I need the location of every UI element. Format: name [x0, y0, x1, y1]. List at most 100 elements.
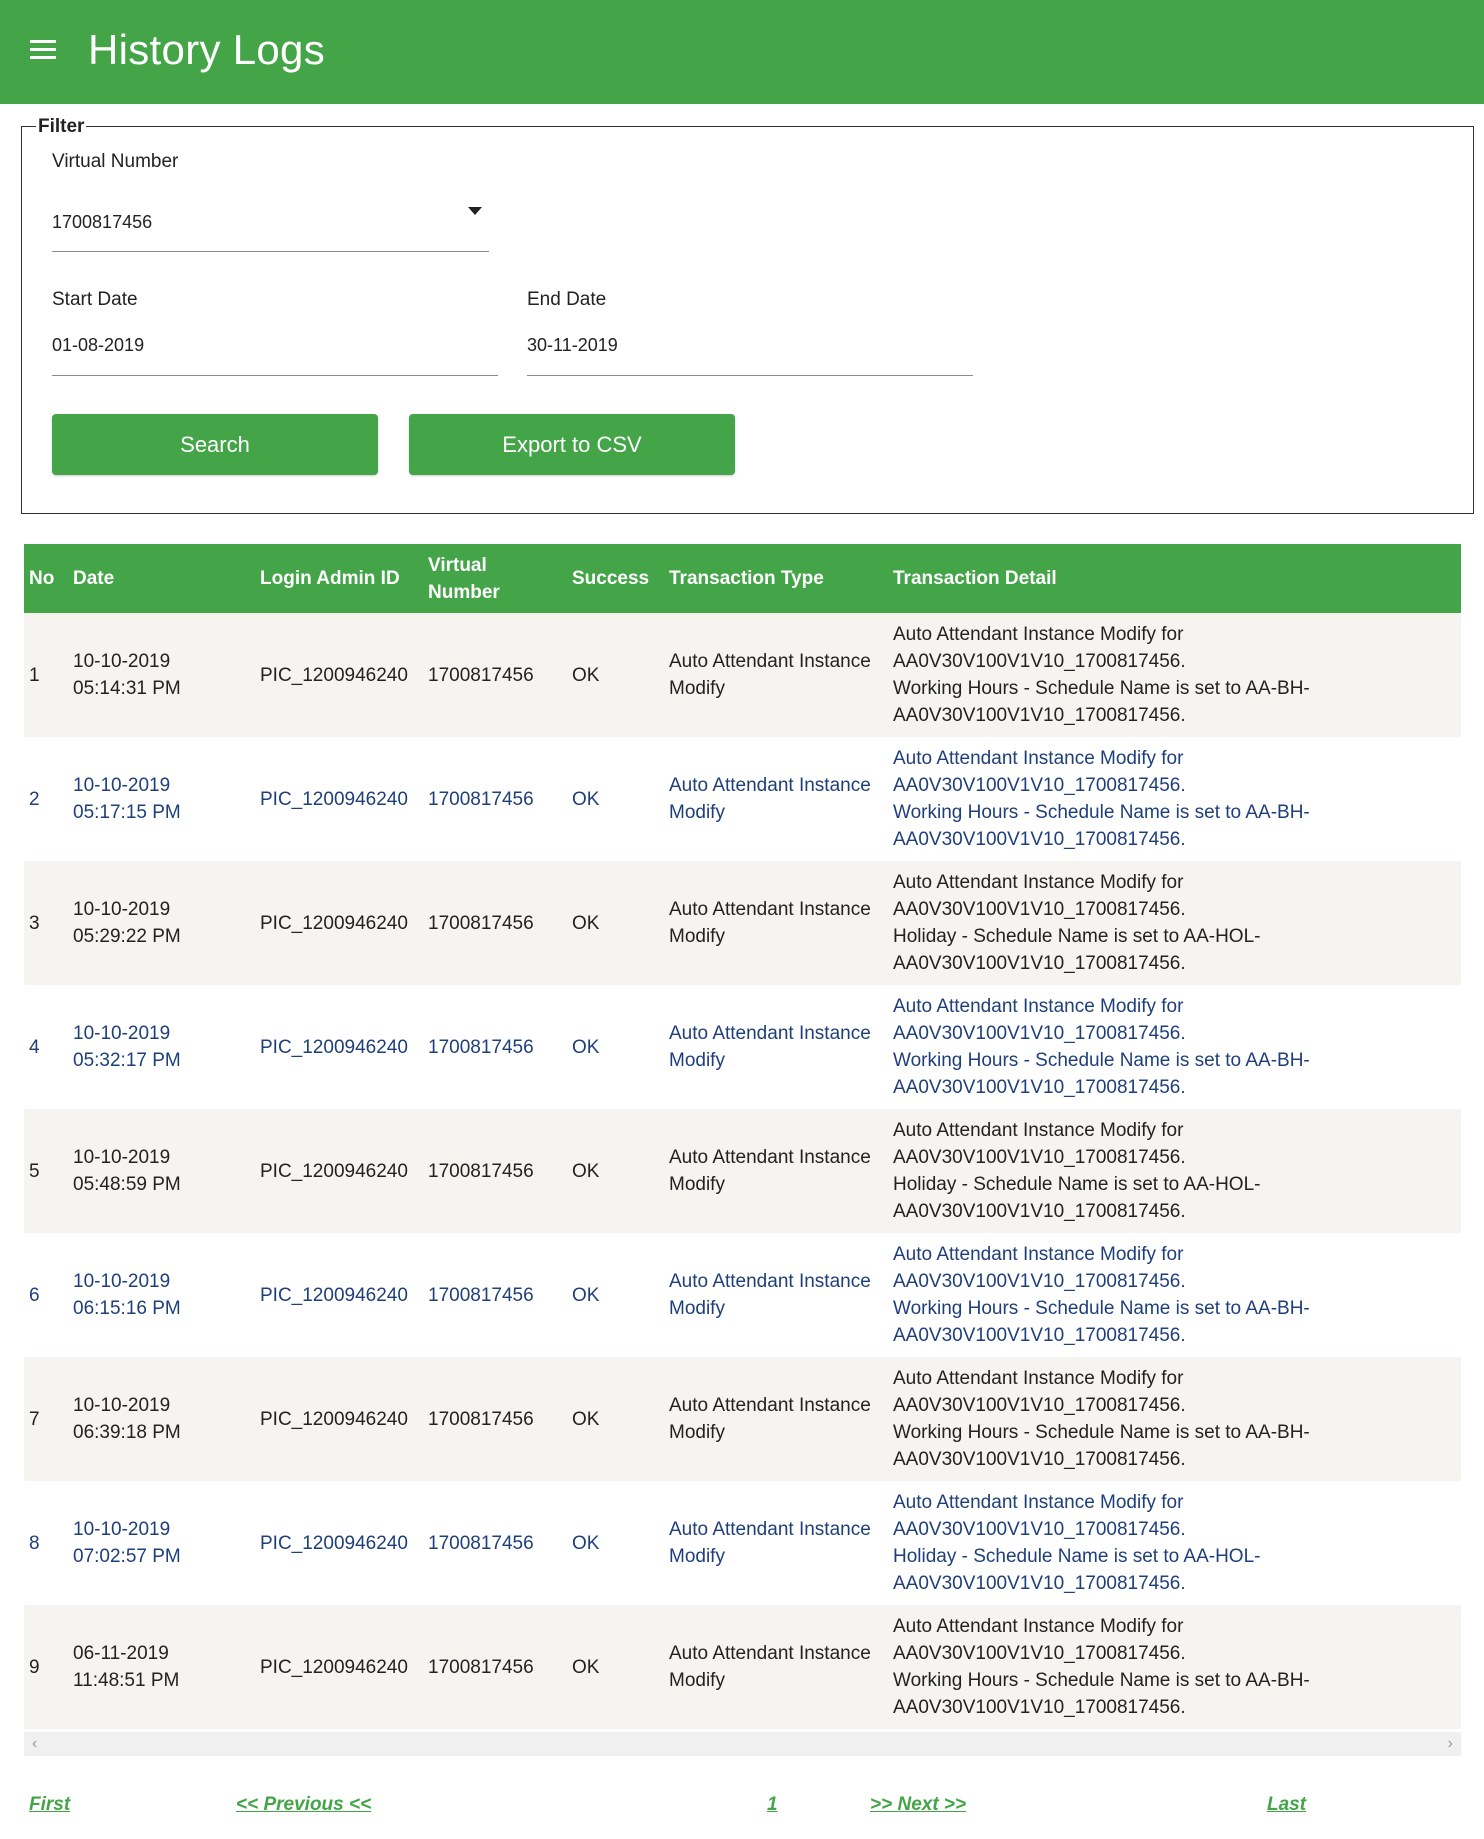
table-row[interactable]: 4 10-10-2019 05:32:17 PM PIC_1200946240 1…	[24, 985, 1461, 1109]
pager-first-link[interactable]: First	[29, 1794, 70, 1816]
history-table-container: No Date Login Admin ID Virtual Number Su…	[24, 544, 1461, 1756]
cell-transaction-detail: Auto Attendant Instance Modify for AA0V30…	[888, 737, 1461, 861]
cell-login-admin-id: PIC_1200946240	[255, 1605, 423, 1729]
cell-no: 5	[24, 1109, 68, 1233]
cell-date-time: 05:32:17 PM	[73, 1050, 181, 1071]
detail-line: Auto Attendant Instance Modify for	[893, 748, 1184, 769]
export-csv-button[interactable]: Export to CSV	[409, 414, 735, 475]
cell-date: 06-11-2019 11:48:51 PM	[68, 1605, 255, 1729]
pager-page-1-link[interactable]: 1	[767, 1794, 778, 1816]
detail-line: Auto Attendant Instance Modify for	[893, 1120, 1184, 1141]
cell-date-day: 10-10-2019	[73, 1023, 171, 1044]
cell-no: 4	[24, 985, 68, 1109]
detail-line: Holiday - Schedule Name is set to AA-HOL…	[893, 926, 1261, 947]
cell-transaction-detail: Auto Attendant Instance Modify for AA0V30…	[888, 1357, 1461, 1481]
start-date-field[interactable]: 01-08-2019	[52, 335, 144, 356]
col-header-transaction-type[interactable]: Transaction Type	[664, 544, 888, 613]
cell-date-time: 06:39:18 PM	[73, 1422, 181, 1443]
start-date-label: Start Date	[52, 289, 138, 310]
page-title: History Logs	[88, 26, 326, 73]
cell-virtual-number: 1700817456	[423, 985, 567, 1109]
cell-date-day: 06-11-2019	[73, 1643, 169, 1664]
detail-line: AA0V30V100V1V10_1700817456.	[893, 1519, 1186, 1540]
table-row[interactable]: 5 10-10-2019 05:48:59 PM PIC_1200946240 1…	[24, 1109, 1461, 1233]
chevron-down-icon[interactable]	[468, 207, 482, 215]
cell-success: OK	[567, 861, 664, 985]
cell-date-time: 05:14:31 PM	[73, 678, 181, 699]
col-header-virtual-number[interactable]: Virtual Number	[423, 544, 567, 613]
table-row[interactable]: 7 10-10-2019 06:39:18 PM PIC_1200946240 1…	[24, 1357, 1461, 1481]
cell-date: 10-10-2019 07:02:57 PM	[68, 1481, 255, 1605]
cell-success: OK	[567, 985, 664, 1109]
cell-success: OK	[567, 1605, 664, 1729]
scroll-left-icon[interactable]: ‹	[32, 1735, 37, 1753]
cell-login-admin-id: PIC_1200946240	[255, 861, 423, 985]
detail-line: AA0V30V100V1V10_1700817456.	[893, 1449, 1186, 1470]
pager-previous-link[interactable]: << Previous <<	[236, 1794, 371, 1816]
cell-date-day: 10-10-2019	[73, 775, 171, 796]
cell-success: OK	[567, 1233, 664, 1357]
table-row[interactable]: 2 10-10-2019 05:17:15 PM PIC_1200946240 1…	[24, 737, 1461, 861]
detail-line: Auto Attendant Instance Modify for	[893, 1492, 1184, 1513]
cell-success: OK	[567, 1481, 664, 1605]
cell-login-admin-id: PIC_1200946240	[255, 1233, 423, 1357]
cell-date: 10-10-2019 05:48:59 PM	[68, 1109, 255, 1233]
col-header-login-admin-id[interactable]: Login Admin ID	[255, 544, 423, 613]
detail-line: Working Hours - Schedule Name is set to …	[893, 678, 1310, 699]
cell-transaction-detail: Auto Attendant Instance Modify for AA0V30…	[888, 1109, 1461, 1233]
detail-line: AA0V30V100V1V10_1700817456.	[893, 1573, 1186, 1594]
table-row[interactable]: 1 10-10-2019 05:14:31 PM PIC_1200946240 1…	[24, 613, 1461, 737]
cell-virtual-number: 1700817456	[423, 1109, 567, 1233]
scroll-right-icon[interactable]: ›	[1448, 1735, 1453, 1753]
col-header-transaction-detail[interactable]: Transaction Detail	[888, 544, 1461, 613]
col-header-success[interactable]: Success	[567, 544, 664, 613]
filter-panel: Filter Virtual Number 1700817456 Start D…	[21, 116, 1474, 514]
cell-login-admin-id: PIC_1200946240	[255, 1481, 423, 1605]
cell-transaction-type: Auto Attendant Instance Modify	[664, 1481, 888, 1605]
end-date-field[interactable]: 30-11-2019	[527, 335, 618, 356]
cell-no: 8	[24, 1481, 68, 1605]
cell-transaction-detail: Auto Attendant Instance Modify for AA0V30…	[888, 1605, 1461, 1729]
search-button[interactable]: Search	[52, 414, 378, 475]
virtual-number-select[interactable]: 1700817456	[52, 212, 152, 233]
detail-line: AA0V30V100V1V10_1700817456.	[893, 1147, 1186, 1168]
detail-line: AA0V30V100V1V10_1700817456.	[893, 1201, 1186, 1222]
detail-line: AA0V30V100V1V10_1700817456.	[893, 1023, 1186, 1044]
cell-no: 6	[24, 1233, 68, 1357]
col-header-no[interactable]: No	[24, 544, 68, 613]
detail-line: AA0V30V100V1V10_1700817456.	[893, 953, 1186, 974]
cell-login-admin-id: PIC_1200946240	[255, 1109, 423, 1233]
cell-date-day: 10-10-2019	[73, 1519, 171, 1540]
detail-line: AA0V30V100V1V10_1700817456.	[893, 651, 1186, 672]
detail-line: Holiday - Schedule Name is set to AA-HOL…	[893, 1546, 1261, 1567]
detail-line: AA0V30V100V1V10_1700817456.	[893, 899, 1186, 920]
cell-no: 7	[24, 1357, 68, 1481]
table-row[interactable]: 6 10-10-2019 06:15:16 PM PIC_1200946240 1…	[24, 1233, 1461, 1357]
hamburger-menu-icon[interactable]	[30, 40, 58, 60]
cell-login-admin-id: PIC_1200946240	[255, 737, 423, 861]
detail-line: Auto Attendant Instance Modify for	[893, 1244, 1184, 1265]
detail-line: Auto Attendant Instance Modify for	[893, 1368, 1184, 1389]
cell-date-day: 10-10-2019	[73, 1147, 171, 1168]
horizontal-scrollbar[interactable]: ‹ ›	[24, 1732, 1461, 1756]
pager-last-link[interactable]: Last	[1267, 1794, 1306, 1816]
cell-transaction-type: Auto Attendant Instance Modify	[664, 861, 888, 985]
filter-legend: Filter	[36, 116, 87, 138]
pager-next-link[interactable]: >> Next >>	[870, 1794, 966, 1816]
cell-virtual-number: 1700817456	[423, 1233, 567, 1357]
cell-date-day: 10-10-2019	[73, 1395, 171, 1416]
cell-login-admin-id: PIC_1200946240	[255, 613, 423, 737]
table-row[interactable]: 8 10-10-2019 07:02:57 PM PIC_1200946240 1…	[24, 1481, 1461, 1605]
cell-date: 10-10-2019 06:15:16 PM	[68, 1233, 255, 1357]
cell-no: 9	[24, 1605, 68, 1729]
cell-success: OK	[567, 1357, 664, 1481]
table-row[interactable]: 9 06-11-2019 11:48:51 PM PIC_1200946240 1…	[24, 1605, 1461, 1729]
table-row[interactable]: 3 10-10-2019 05:29:22 PM PIC_1200946240 1…	[24, 861, 1461, 985]
cell-no: 3	[24, 861, 68, 985]
col-header-date[interactable]: Date	[68, 544, 255, 613]
cell-transaction-detail: Auto Attendant Instance Modify for AA0V30…	[888, 861, 1461, 985]
detail-line: AA0V30V100V1V10_1700817456.	[893, 1325, 1186, 1346]
detail-line: Auto Attendant Instance Modify for	[893, 624, 1184, 645]
cell-date-time: 05:17:15 PM	[73, 802, 181, 823]
cell-date: 10-10-2019 05:32:17 PM	[68, 985, 255, 1109]
